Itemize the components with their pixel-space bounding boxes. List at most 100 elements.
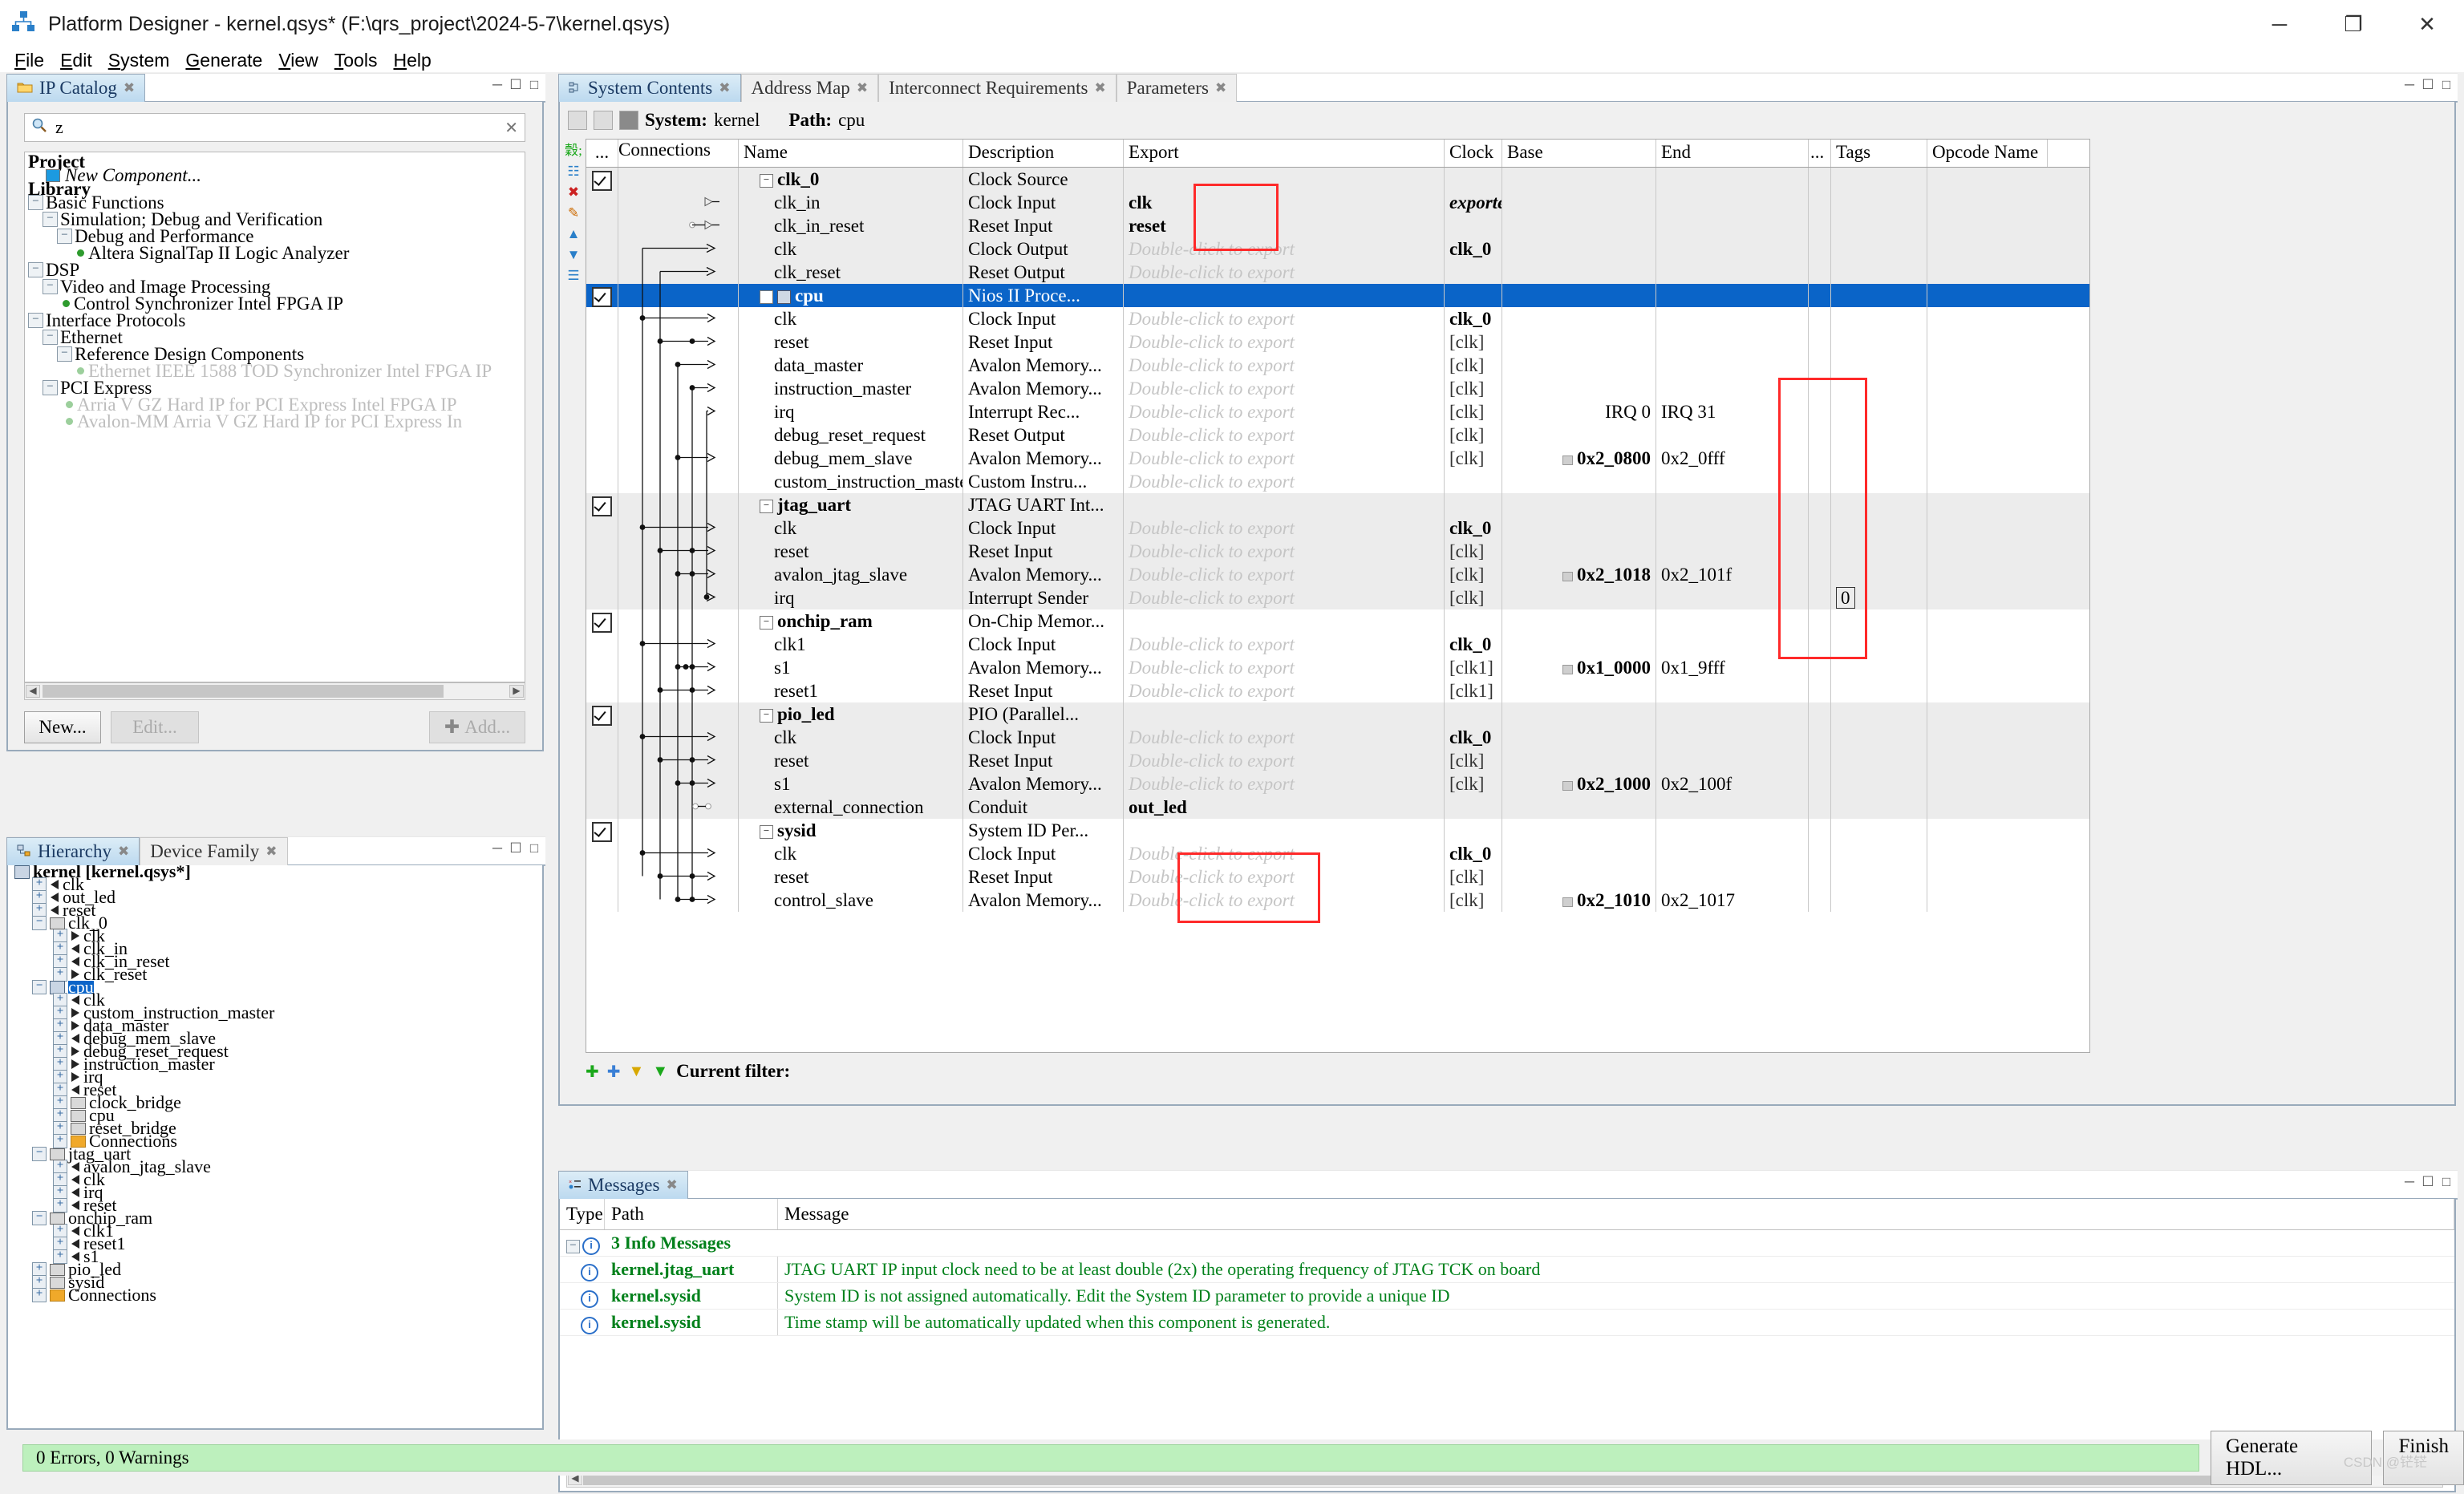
ipc-item-ethernet[interactable]: − Ethernet <box>25 328 525 346</box>
add-icon[interactable]: 穀; <box>565 142 582 160</box>
system-contents-table[interactable]: ... Connections Name Description Export … <box>586 139 2090 1053</box>
collapse-icon[interactable]: − <box>57 229 72 244</box>
clear-search-icon[interactable]: ✕ <box>505 118 518 138</box>
ipc-item-interface-protocols[interactable]: − Interface Protocols <box>25 311 525 330</box>
scrollbar-thumb[interactable] <box>43 685 444 698</box>
close-icon[interactable]: ✖ <box>124 80 135 96</box>
messages-group-row[interactable]: − i 3 Info Messages <box>560 1230 2454 1257</box>
maximize-panel-icon[interactable]: ☐ <box>2421 1174 2434 1189</box>
scroll-right-icon[interactable]: ▶ <box>509 685 524 698</box>
collapse-icon[interactable]: − <box>43 380 58 395</box>
ipc-item-pci-express[interactable]: − PCI Express <box>25 379 525 397</box>
expand-icon[interactable]: + <box>53 1198 67 1213</box>
ip-catalog-search-box[interactable]: z ✕ <box>24 113 525 142</box>
collapse-icon[interactable]: − <box>32 1211 47 1225</box>
ipc-item-basic-functions[interactable]: − Basic Functions <box>25 193 525 212</box>
messages-column-type[interactable]: Type <box>560 1199 605 1229</box>
restore-panel-icon[interactable]: □ <box>528 840 541 856</box>
close-icon[interactable]: ✖ <box>265 844 277 860</box>
move-up-icon[interactable]: ▲ <box>565 225 582 243</box>
collapse-icon[interactable]: − <box>43 212 58 227</box>
collapse-icon[interactable]: − <box>43 279 58 294</box>
close-icon[interactable]: ✖ <box>1215 80 1226 96</box>
tab-interconnect-requirements[interactable]: Interconnect Requirements ✖ <box>878 74 1116 102</box>
close-icon[interactable]: ✖ <box>666 1177 677 1193</box>
restore-panel-icon[interactable]: □ <box>2440 1174 2453 1189</box>
ipc-item-simulation-debug[interactable]: − Simulation; Debug and Verification <box>25 210 525 229</box>
expand-icon[interactable]: + <box>53 967 67 982</box>
filter-pin-icon[interactable]: ✚ <box>607 1062 621 1082</box>
filter-add-icon[interactable]: ✚ <box>586 1062 599 1082</box>
ipc-item-video-image[interactable]: − Video and Image Processing <box>25 277 525 296</box>
ipc-item-debug-performance[interactable]: − Debug and Performance <box>25 227 525 245</box>
menu-generate[interactable]: Generate <box>177 48 270 73</box>
expand-icon[interactable]: + <box>53 1249 67 1264</box>
expand-all-icon[interactable] <box>594 111 613 130</box>
address-map-icon[interactable]: ☰ <box>565 267 582 285</box>
collapse-icon[interactable]: − <box>28 262 43 277</box>
hierarchy-item-cpu[interactable]: + cpu <box>8 1107 542 1124</box>
tab-messages[interactable]: × Messages ✖ <box>558 1171 688 1199</box>
messages-column-message[interactable]: Message <box>778 1199 2454 1229</box>
hierarchy-item-reset-bridge[interactable]: + reset_bridge <box>8 1119 542 1137</box>
messages-column-path[interactable]: Path <box>605 1199 778 1229</box>
tab-device-family[interactable]: Device Family ✖ <box>140 837 288 865</box>
ipc-item-ieee1588[interactable]: Ethernet IEEE 1588 TOD Synchronizer Inte… <box>25 362 525 380</box>
close-icon[interactable]: ✖ <box>1095 80 1106 96</box>
close-icon[interactable]: ✖ <box>857 80 868 96</box>
duplicate-icon[interactable]: ☷ <box>565 163 582 180</box>
close-icon[interactable]: ✖ <box>719 80 730 96</box>
ipc-item-arria-v-gz[interactable]: Arria V GZ Hard IP for PCI Express Intel… <box>25 395 525 414</box>
restore-panel-icon[interactable]: □ <box>528 77 541 92</box>
maximize-panel-icon[interactable]: ☐ <box>509 77 522 92</box>
new-button[interactable]: New... <box>24 711 101 743</box>
messages-group-toggle[interactable]: − i <box>560 1230 605 1256</box>
menu-tools[interactable]: Tools <box>326 48 386 73</box>
tab-address-map[interactable]: Address Map ✖ <box>740 74 879 102</box>
collapse-icon[interactable]: − <box>28 313 43 328</box>
hierarchy-item-reset[interactable]: + reset <box>8 1081 542 1099</box>
message-row[interactable]: i kernel.sysid System ID is not assigned… <box>560 1283 2454 1310</box>
close-button[interactable]: ✕ <box>2390 0 2464 48</box>
tab-system-contents[interactable]: System Contents ✖ <box>558 74 741 102</box>
ipc-item-avalon-mm-arria[interactable]: Avalon-MM Arria V GZ Hard IP for PCI Exp… <box>25 412 525 431</box>
collapse-icon[interactable]: − <box>566 1240 580 1253</box>
edit-icon[interactable]: ✎ <box>565 204 582 222</box>
menu-edit[interactable]: Edit <box>52 48 100 73</box>
hierarchy-item-connections[interactable]: + Connections <box>8 1286 542 1304</box>
collapse-icon[interactable]: − <box>28 195 43 210</box>
message-row[interactable]: i kernel.sysid Time stamp will be automa… <box>560 1310 2454 1336</box>
menu-system[interactable]: System <box>100 48 178 73</box>
hierarchy-item-kernel-kernel-qsys-[interactable]: kernel [kernel.qsys*] <box>8 865 542 881</box>
scroll-left-icon[interactable]: ◀ <box>26 685 40 698</box>
remove-icon[interactable]: ✖ <box>565 184 582 201</box>
ipc-item-reference-design[interactable]: − Reference Design Components <box>25 345 525 363</box>
hierarchy-tree[interactable]: kernel [kernel.qsys*] + clk + out_led + reset −… <box>6 865 544 1430</box>
restore-panel-icon[interactable]: □ <box>2440 77 2453 92</box>
filter-icon[interactable] <box>619 111 638 130</box>
minimize-panel-icon[interactable]: ─ <box>491 77 504 92</box>
maximize-panel-icon[interactable]: ☐ <box>509 840 522 856</box>
tab-parameters[interactable]: Parameters ✖ <box>1116 74 1238 102</box>
minimize-panel-icon[interactable]: ─ <box>491 840 504 856</box>
move-down-icon[interactable]: ▼ <box>565 246 582 264</box>
collapse-icon[interactable]: − <box>32 916 47 930</box>
filter-down-icon[interactable]: ▼ <box>629 1063 645 1081</box>
collapse-icon[interactable]: − <box>32 1147 47 1161</box>
menu-view[interactable]: View <box>270 48 326 73</box>
filter-check-icon[interactable]: ▼ <box>652 1063 668 1081</box>
close-icon[interactable]: ✖ <box>118 844 129 860</box>
collapse-icon[interactable]: − <box>32 980 47 994</box>
menu-file[interactable]: File <box>6 48 52 73</box>
collapse-icon[interactable]: − <box>57 346 72 362</box>
expand-icon[interactable]: + <box>53 1134 67 1148</box>
maximize-button[interactable]: ❐ <box>2316 0 2390 48</box>
ip-catalog-tree[interactable]: Project New Component... Library − Basic … <box>24 152 525 682</box>
collapse-all-icon[interactable] <box>568 111 587 130</box>
ipc-item-dsp[interactable]: − DSP <box>25 261 525 279</box>
ip-catalog-horizontal-scrollbar[interactable]: ◀ ▶ <box>24 682 525 700</box>
tab-hierarchy[interactable]: Hierarchy ✖ <box>6 837 140 865</box>
minimize-panel-icon[interactable]: ─ <box>2403 1174 2416 1189</box>
expand-icon[interactable]: + <box>32 1288 47 1302</box>
minimize-panel-icon[interactable]: ─ <box>2403 77 2416 92</box>
